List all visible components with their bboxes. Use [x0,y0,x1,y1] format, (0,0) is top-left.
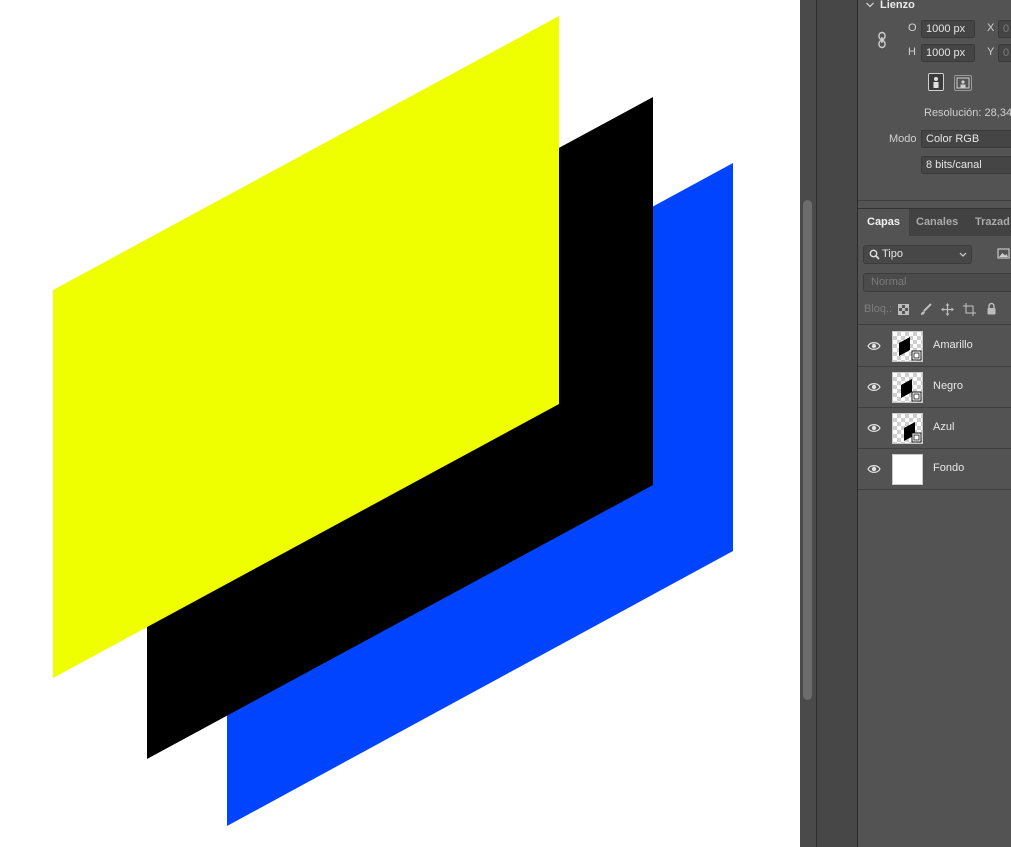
mode-select[interactable]: Color RGB [921,130,1011,148]
lock-all-icon[interactable] [986,302,997,315]
layer-name[interactable]: Amarillo [933,339,973,351]
x-label: X [987,22,995,34]
y-field[interactable]: 0 [998,44,1011,62]
layer-thumbnail [892,413,923,444]
lock-image-pixels-icon[interactable] [920,303,932,316]
layer-row-fondo[interactable]: Fondo [858,449,1011,490]
image-filter-icon[interactable] [997,248,1010,259]
chevron-down-icon[interactable] [865,0,875,10]
layer-name[interactable]: Azul [933,421,954,433]
tab-trazados[interactable]: Trazad [975,209,1010,236]
right-panel: Lienzo O 1000 px X 0 H 1000 px Y 0 Resol… [857,0,1011,847]
layer-name[interactable]: Fondo [933,462,964,474]
layers-list-divider [858,324,1011,325]
tab-capas[interactable]: Capas [858,209,910,236]
bit-depth-select[interactable]: 8 bits/canal [921,156,1011,174]
layer-thumbnail [892,372,923,403]
resolution-text: Resolución: 28,346 [924,107,1011,119]
layer-thumbnail [892,454,923,485]
section-title-lienzo: Lienzo [880,0,915,11]
landscape-orientation-icon[interactable] [954,75,972,91]
blend-mode-value: Normal [871,276,907,288]
layer-filter-value: Tipo [882,248,903,260]
section-divider [858,200,1011,201]
layer-row-azul[interactable]: Azul [858,408,1011,449]
lock-position-icon[interactable] [941,303,954,316]
layer-row-negro[interactable]: Negro [858,367,1011,408]
lock-artboard-icon[interactable] [963,303,976,316]
lock-label: Bloq.: [864,303,893,315]
link-icon[interactable] [875,31,889,49]
y-label: Y [987,46,995,58]
layer-thumbnail [892,331,923,362]
scrollbar-thumb[interactable] [803,200,812,700]
layer-filter-select[interactable]: Tipo [863,245,972,264]
chevron-down-icon [959,252,967,257]
layer-row-amarillo[interactable]: Amarillo [858,326,1011,367]
width-field[interactable]: 1000 px [921,20,975,38]
tab-canales[interactable]: Canales [916,209,958,236]
document-canvas[interactable] [0,0,800,847]
eye-icon[interactable] [867,463,881,475]
layer-name[interactable]: Negro [933,380,963,392]
blend-mode-select[interactable]: Normal [863,273,1011,292]
search-icon [869,249,880,260]
tool-dock-gap [817,0,857,847]
layers-tab-bar: Capas Canales Trazad [858,208,1011,236]
width-label: O [908,22,917,34]
canvas-artwork [53,16,733,826]
height-label: H [908,46,916,58]
eye-icon[interactable] [867,381,881,393]
eye-icon[interactable] [867,422,881,434]
lock-transparent-pixels-icon[interactable] [898,304,909,315]
portrait-orientation-icon[interactable] [928,73,944,91]
canvas-scrollbar[interactable] [800,0,817,847]
height-field[interactable]: 1000 px [921,44,975,62]
x-field[interactable]: 0 [998,20,1011,38]
mode-label: Modo [889,133,917,145]
eye-icon[interactable] [867,340,881,352]
